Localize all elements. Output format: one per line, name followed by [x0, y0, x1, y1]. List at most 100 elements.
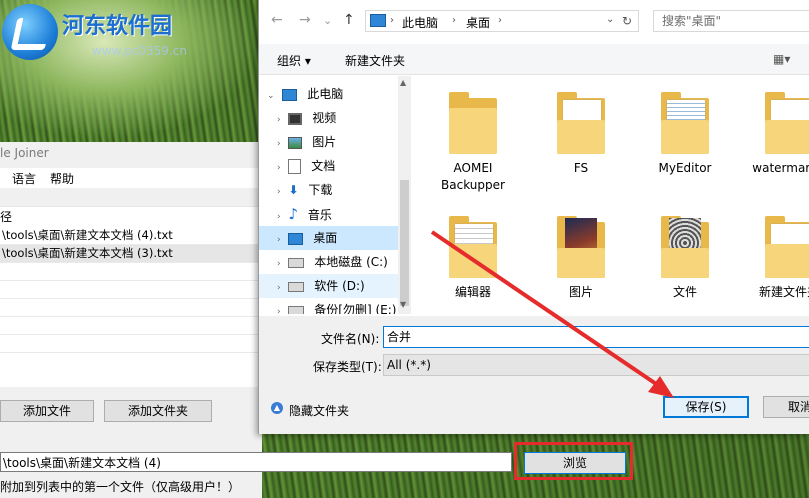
up-arrow-icon[interactable]: ↑	[343, 12, 355, 28]
music-icon: ♪	[288, 205, 299, 223]
chevron-up-icon[interactable]: ▲	[271, 402, 283, 414]
nav-item-documents[interactable]: › 文档	[259, 154, 411, 178]
drive-icon	[288, 305, 305, 314]
folder-icon	[557, 214, 605, 278]
nav-item-desktop[interactable]: › 桌面	[259, 226, 411, 250]
watermark-title: 河东软件园	[62, 13, 173, 39]
chevron-right-icon[interactable]: ›	[277, 187, 281, 197]
folder-item[interactable]: 文件	[637, 206, 733, 301]
list-row-empty	[0, 299, 262, 317]
folder-label: AOMEI Backupper	[441, 161, 505, 192]
list-row-empty	[0, 335, 262, 353]
filetype-select[interactable]: All (*.*)	[383, 354, 809, 376]
chevron-right-icon[interactable]: ›	[277, 139, 281, 149]
list-row-empty	[0, 263, 262, 281]
nav-scrollbar[interactable]: ▲ ▼	[398, 76, 411, 314]
column-header-path[interactable]: 径	[0, 207, 262, 227]
chevron-right-icon[interactable]: ›	[277, 307, 281, 314]
folder-item[interactable]: 新建文件夹	[741, 206, 809, 301]
filetype-label: 保存类型(T):	[313, 360, 382, 374]
menu-language[interactable]: 语言	[12, 170, 36, 187]
folder-label: 编辑器	[454, 285, 491, 299]
scroll-down-icon[interactable]: ▼	[400, 300, 406, 309]
nav-label: 图片	[312, 135, 337, 149]
folder-label: 图片	[568, 285, 593, 299]
refresh-icon[interactable]: ↻	[622, 14, 632, 28]
organize-button[interactable]: 组织 ▾	[277, 52, 311, 69]
filename-label: 文件名(N):	[321, 332, 380, 346]
add-folder-button[interactable]: 添加文件夹	[104, 400, 212, 422]
navigation-bar: ← → ⌄ ↑ › 此电脑 › 桌面 › ⌄ ↻ 搜索"桌面"	[259, 0, 809, 44]
menu-bar: 语言 帮助	[0, 168, 262, 188]
nav-item-video[interactable]: › 视频	[259, 106, 411, 130]
file-area: AOMEI Backupper FS MyEditor watermark t …	[413, 76, 809, 314]
nav-label: 下载	[308, 183, 333, 197]
folder-item[interactable]: MyEditor	[637, 82, 733, 177]
nav-label: 视频	[312, 111, 337, 125]
save-form: 文件名(N): 合并 保存类型(T): All (*.*) ▲ 隐藏文件夹 保存…	[259, 316, 809, 434]
save-button[interactable]: 保存(S)	[663, 396, 749, 418]
folder-icon	[765, 90, 809, 154]
folder-item[interactable]: watermark t	[741, 82, 809, 177]
chevron-right-icon[interactable]: ›	[277, 283, 281, 293]
filename-input[interactable]: 合并	[383, 326, 809, 348]
chevron-right-icon[interactable]: ›	[277, 259, 281, 269]
cancel-button[interactable]: 取消	[763, 396, 809, 418]
search-input[interactable]: 搜索"桌面"	[653, 10, 809, 32]
desktop-icon	[288, 232, 304, 245]
chevron-down-icon[interactable]: ⌄	[323, 14, 332, 27]
file-list[interactable]: 径 \tools\桌面\新建文本文档 (4).txt \tools\桌面\新建文…	[0, 206, 262, 387]
forward-arrow-icon[interactable]: →	[299, 12, 311, 28]
output-path-field[interactable]: \tools\桌面\新建文本文档 (4)	[0, 452, 512, 472]
chevron-right-icon[interactable]: ›	[277, 235, 281, 245]
chevron-right-icon[interactable]: ›	[277, 163, 281, 173]
menu-help[interactable]: 帮助	[50, 170, 74, 187]
list-item[interactable]: \tools\桌面\新建文本文档 (3).txt	[0, 245, 262, 263]
folder-icon	[661, 90, 709, 154]
chevron-down-icon[interactable]: ⌄	[267, 91, 275, 101]
dialog-toolbar: 组织 ▾ 新建文件夹 ▦▾	[259, 44, 809, 75]
new-folder-button[interactable]: 新建文件夹	[345, 52, 405, 69]
folder-icon	[557, 90, 605, 154]
scrollbar-thumb[interactable]	[400, 180, 409, 306]
chevron-right-icon[interactable]: ›	[277, 212, 281, 222]
file-joiner-window: le Joiner 语言 帮助 径 \tools\桌面\新建文本文档 (4).t…	[0, 142, 512, 498]
nav-item-pictures[interactable]: › 图片	[259, 130, 411, 154]
nav-item-music[interactable]: › ♪ 音乐	[259, 202, 411, 226]
nav-label: 桌面	[313, 231, 338, 245]
folder-label: 文件	[672, 285, 697, 299]
add-file-button[interactable]: 添加文件	[0, 400, 94, 422]
nav-item-drive-d[interactable]: › 软件 (D:)	[259, 274, 411, 298]
computer-icon	[370, 14, 386, 27]
folder-icon	[449, 214, 497, 278]
chevron-right-icon: ›	[390, 15, 394, 26]
list-item[interactable]: \tools\桌面\新建文本文档 (4).txt	[0, 227, 262, 245]
folder-label: FS	[573, 161, 589, 175]
video-icon	[288, 112, 303, 125]
back-arrow-icon[interactable]: ←	[271, 12, 283, 28]
chevron-right-icon[interactable]: ›	[277, 115, 281, 125]
folder-item[interactable]: AOMEI Backupper	[425, 82, 521, 194]
breadcrumb-desktop[interactable]: 桌面	[466, 14, 490, 31]
list-row-empty	[0, 317, 262, 335]
folder-label: 新建文件夹	[758, 285, 809, 299]
nav-label: 软件 (D:)	[314, 279, 365, 293]
nav-label: 音乐	[307, 208, 332, 222]
address-bar[interactable]: › 此电脑 › 桌面 › ⌄ ↻	[365, 10, 639, 32]
breadcrumb-this-pc[interactable]: 此电脑	[402, 14, 438, 31]
nav-item-this-pc[interactable]: ⌄ 此电脑	[259, 82, 405, 106]
folder-item[interactable]: 编辑器	[425, 206, 521, 301]
chevron-right-icon: ›	[452, 15, 456, 26]
document-icon	[288, 159, 302, 174]
view-options-icon[interactable]: ▦▾	[773, 52, 790, 66]
nav-item-drive-c[interactable]: › 本地磁盘 (C:)	[259, 250, 411, 274]
nav-item-drive-e[interactable]: › 备份[勿删] (E:)	[259, 298, 411, 314]
folder-item[interactable]: FS	[533, 82, 629, 177]
save-file-dialog: ← → ⌄ ↑ › 此电脑 › 桌面 › ⌄ ↻ 搜索"桌面" 组织 ▾ 新建文…	[258, 0, 809, 434]
dropdown-icon[interactable]: ⌄	[606, 14, 614, 25]
hide-folders-toggle[interactable]: 隐藏文件夹	[289, 402, 349, 419]
nav-item-downloads[interactable]: › ⬇ 下载	[259, 178, 411, 202]
folder-item[interactable]: 图片	[533, 206, 629, 301]
scroll-up-icon[interactable]: ▲	[400, 78, 406, 87]
drive-icon	[288, 281, 305, 292]
